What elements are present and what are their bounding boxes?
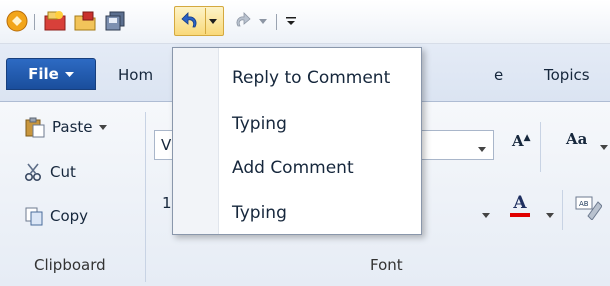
scissors-icon	[24, 163, 42, 182]
chevron-down-icon	[208, 18, 217, 24]
file-tab[interactable]: File	[6, 58, 96, 90]
copy-icon	[25, 207, 43, 226]
cut-label: Cut	[50, 163, 76, 181]
undo-history-menu: Reply to Comment Typing Add Comment Typi…	[172, 47, 422, 235]
toolbar-separator	[276, 14, 277, 30]
grow-font-button[interactable]: A▲	[512, 132, 531, 150]
copy-button[interactable]: Copy	[24, 206, 88, 226]
highlighter-icon: AB	[575, 196, 603, 221]
app-logo-icon	[4, 8, 30, 34]
paste-icon	[25, 117, 45, 138]
group-divider	[562, 190, 563, 230]
font-color-options-button[interactable]	[546, 204, 554, 222]
font-name-value: V	[161, 136, 172, 154]
undo-icon	[181, 12, 197, 28]
change-case-label: Aa	[566, 130, 588, 148]
customize-dropdown-icon	[286, 17, 296, 25]
chevron-down-icon	[482, 213, 490, 218]
redo-button[interactable]	[230, 8, 256, 34]
font-color-dropdown-button[interactable]	[482, 204, 490, 222]
undo-button[interactable]	[174, 6, 224, 36]
font-color-bar	[510, 213, 530, 217]
customize-toolbar-button[interactable]	[282, 12, 300, 30]
group-divider	[540, 122, 541, 172]
copy-label: Copy	[50, 207, 89, 225]
font-group-label: Font	[370, 256, 403, 274]
undo-menu-item[interactable]: Typing	[220, 193, 420, 233]
tab-partial[interactable]: e	[494, 66, 503, 84]
chevron-down-icon	[98, 124, 107, 130]
svg-text:AB: AB	[579, 200, 589, 208]
font-size-value: 1	[162, 194, 172, 212]
change-case-dropdown-button[interactable]	[600, 136, 608, 154]
save-icon[interactable]	[102, 8, 128, 34]
quick-access-toolbar	[0, 0, 610, 44]
file-tab-label: File	[28, 65, 59, 83]
clipboard-group-label: Clipboard	[34, 256, 106, 274]
cut-button[interactable]: Cut	[24, 162, 76, 182]
font-size-dropdown-button[interactable]	[478, 138, 486, 156]
open-folder-icon[interactable]	[72, 8, 98, 34]
undo-dropdown-arrow-button[interactable]	[205, 8, 219, 34]
redo-icon	[236, 12, 251, 27]
grow-font-label: A	[512, 132, 524, 150]
chevron-down-icon	[64, 71, 74, 77]
undo-menu-item[interactable]: Typing	[220, 104, 420, 144]
chevron-down-icon	[600, 145, 608, 150]
redo-dropdown-arrow-button[interactable]	[256, 14, 270, 28]
tab-home[interactable]: Hom	[118, 66, 153, 84]
change-case-button[interactable]: Aa	[566, 130, 587, 148]
toolbar-separator	[34, 14, 35, 30]
chevron-down-icon	[546, 213, 554, 218]
font-size-field[interactable]: 1	[162, 194, 172, 212]
group-divider	[145, 112, 146, 282]
tab-topics[interactable]: Topics	[544, 66, 590, 84]
highlight-button[interactable]: AB	[574, 194, 603, 224]
chevron-down-icon	[478, 147, 486, 152]
new-map-icon[interactable]	[42, 8, 68, 34]
undo-menu-item[interactable]: Reply to Comment	[220, 58, 420, 98]
font-color-label: A	[513, 193, 527, 213]
undo-menu-item[interactable]: Add Comment	[220, 148, 420, 188]
paste-button[interactable]: Paste	[24, 116, 107, 138]
font-color-button[interactable]: A	[510, 194, 530, 217]
menu-gutter	[173, 48, 219, 234]
paste-label: Paste	[52, 118, 93, 136]
chevron-down-icon	[259, 18, 267, 24]
